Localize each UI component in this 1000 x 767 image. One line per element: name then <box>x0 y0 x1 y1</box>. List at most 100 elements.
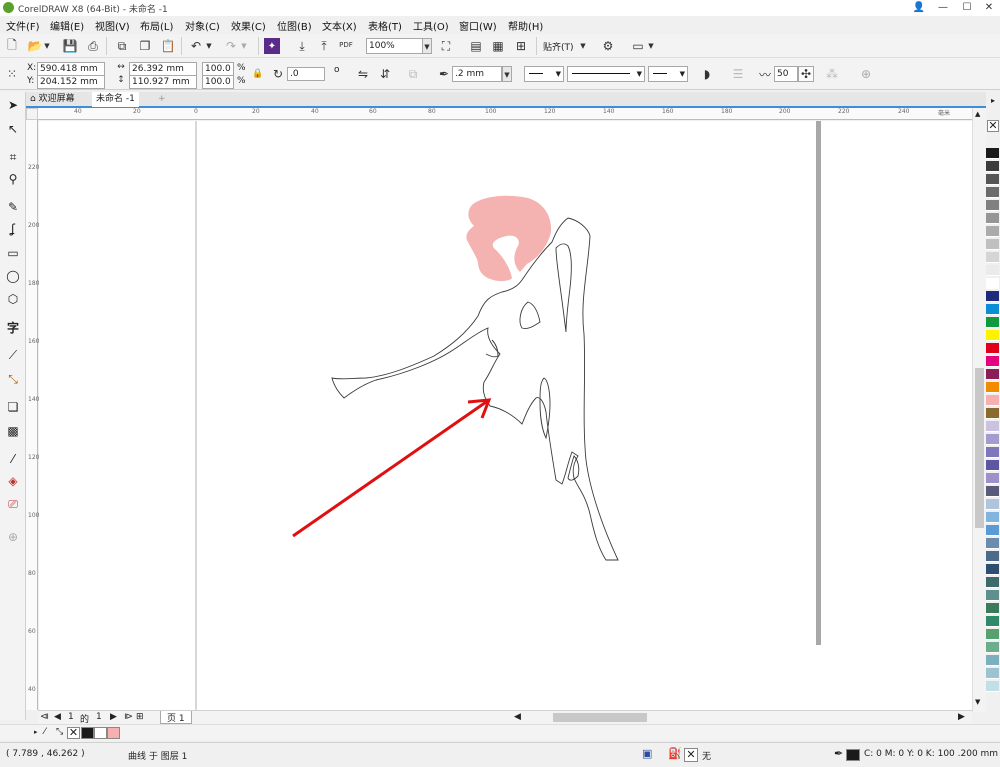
height-field[interactable]: 110.927 mm <box>129 75 197 89</box>
palette-swatch[interactable] <box>986 499 999 510</box>
drawing-canvas[interactable] <box>39 121 972 710</box>
color-eyedropper-tool-icon[interactable]: ⁄ <box>4 450 22 468</box>
palette-swatch[interactable] <box>986 629 999 640</box>
palette-swatch[interactable] <box>986 590 999 601</box>
pick-tool-icon[interactable]: ➤ <box>4 96 22 114</box>
paste-icon[interactable]: 📋 <box>160 38 176 54</box>
palette-swatch[interactable] <box>986 668 999 679</box>
rectangle-tool-icon[interactable]: ▭ <box>4 244 22 262</box>
palette-swatch[interactable] <box>986 473 999 484</box>
connector-tool-icon[interactable]: ⤡ <box>4 370 22 388</box>
palette-swatch[interactable] <box>986 564 999 575</box>
palette-swatch[interactable] <box>986 603 999 614</box>
doc-palette-swatch[interactable] <box>94 727 107 739</box>
show-grid-icon[interactable]: ▦ <box>490 38 506 54</box>
palette-swatch[interactable] <box>986 252 999 263</box>
palette-swatch[interactable] <box>986 278 999 289</box>
palette-swatch[interactable] <box>986 369 999 380</box>
minimize-button[interactable]: — <box>932 0 954 16</box>
figure-inner-notch[interactable] <box>485 339 499 358</box>
palette-swatch[interactable] <box>986 525 999 536</box>
extract-subpath-icon[interactable]: ⁂ <box>824 66 840 82</box>
no-color-swatch[interactable]: ✕ <box>987 120 999 132</box>
menu-window[interactable]: 窗口(W) <box>459 18 497 33</box>
palette-swatch[interactable] <box>986 174 999 185</box>
palette-swatch[interactable] <box>986 512 999 523</box>
menu-bitmaps[interactable]: 位图(B) <box>277 18 312 33</box>
copy-icon[interactable]: ❐ <box>137 38 153 54</box>
palette-swatch[interactable] <box>986 161 999 172</box>
snap-to-label[interactable]: 贴齐(T) <box>543 40 574 53</box>
close-curve-icon[interactable]: ◗ <box>699 66 715 82</box>
show-rulers-icon[interactable]: ▤ <box>468 38 484 54</box>
start-arrowhead-selector[interactable]: ▼ <box>524 66 564 82</box>
palette-swatch[interactable] <box>986 681 999 692</box>
user-icon[interactable]: 👤 <box>908 0 930 16</box>
menu-object[interactable]: 对象(C) <box>185 18 220 33</box>
show-guidelines-icon[interactable]: ⊞ <box>513 38 529 54</box>
hscroll-left-icon[interactable]: ◀ <box>514 712 521 722</box>
ruler-corner[interactable] <box>26 108 38 120</box>
polygon-tool-icon[interactable]: ⬡ <box>4 290 22 308</box>
freehand-tool-icon[interactable]: ✎ <box>4 198 22 216</box>
redo-icon[interactable]: ↷ <box>223 38 239 54</box>
vertical-ruler[interactable]: 220 200 180 160 140 120 100 80 60 40 <box>26 120 39 710</box>
full-screen-icon[interactable]: ⛶ <box>438 38 454 54</box>
transparency-tool-icon[interactable]: ▩ <box>4 422 22 440</box>
page-tab-1[interactable]: 页 1 <box>160 711 192 724</box>
palette-scroll-up-icon[interactable]: ▸ <box>986 96 1000 108</box>
save-icon[interactable]: 💾 <box>62 38 78 54</box>
horizontal-scroll-thumb[interactable] <box>553 713 647 722</box>
cut-icon[interactable]: ⧉ <box>114 38 130 54</box>
page-last-icon[interactable]: ⧐ <box>124 712 133 722</box>
palette-swatch[interactable] <box>986 226 999 237</box>
curve-smoothness-field[interactable]: 50 <box>774 66 798 82</box>
palette-swatch[interactable] <box>986 330 999 341</box>
y-position-field[interactable]: 204.152 mm <box>37 75 105 89</box>
add-page-icon[interactable]: ⊞ <box>136 712 144 722</box>
menu-help[interactable]: 帮助(H) <box>508 18 543 33</box>
menu-layout[interactable]: 布局(L) <box>140 18 173 33</box>
outline-width-dropdown-icon[interactable]: ▼ <box>502 66 512 82</box>
page-next-icon[interactable]: ▶ <box>110 712 117 722</box>
maximize-button[interactable]: ☐ <box>956 0 978 16</box>
figure-inner-slot-1[interactable] <box>555 243 572 333</box>
shape-tool-icon[interactable]: ↖ <box>4 120 22 138</box>
palette-swatch[interactable] <box>986 265 999 276</box>
text-tool-icon[interactable]: 字 <box>4 318 22 336</box>
lock-ratio-icon[interactable]: 🔒 <box>250 66 266 82</box>
menu-edit[interactable]: 编辑(E) <box>50 18 84 33</box>
smart-fill-tool-icon[interactable]: ⎚ <box>4 495 22 513</box>
quick-customize-icon[interactable]: ⊕ <box>858 66 874 82</box>
palette-swatch[interactable] <box>986 460 999 471</box>
palette-swatch[interactable] <box>986 239 999 250</box>
combine-icon[interactable]: ⧉ <box>405 66 421 82</box>
launcher-dropdown-icon[interactable]: ▼ <box>646 38 656 54</box>
scale-x-field[interactable]: 100.0 <box>202 62 234 76</box>
menu-text[interactable]: 文本(X) <box>322 18 357 33</box>
tab-untitled-document[interactable]: 未命名 -1 <box>92 92 139 107</box>
application-launcher-icon[interactable]: ▭ <box>630 38 646 54</box>
scale-y-field[interactable]: 100.0 <box>202 75 234 89</box>
palette-swatch[interactable] <box>986 447 999 458</box>
reduce-nodes-icon[interactable]: 〰 <box>757 66 773 82</box>
undo-dropdown-icon[interactable]: ▼ <box>204 38 214 54</box>
hair-silhouette-shape[interactable] <box>466 195 552 282</box>
palette-swatch[interactable] <box>986 655 999 666</box>
snap-dropdown-icon[interactable]: ▼ <box>578 38 588 54</box>
mirror-vertical-icon[interactable]: ⇵ <box>377 66 393 82</box>
outline-pen-status-icon[interactable]: ✒ <box>834 747 843 760</box>
horizontal-ruler[interactable]: 40 20 0 20 40 60 80 100 120 140 160 180 … <box>38 108 972 120</box>
doc-palette-swatch[interactable] <box>107 727 120 739</box>
menu-table[interactable]: 表格(T) <box>368 18 402 33</box>
menu-effects[interactable]: 效果(C) <box>231 18 266 33</box>
parallel-dimension-tool-icon[interactable]: ⟋ <box>4 346 22 364</box>
scroll-up-icon[interactable]: ▲ <box>975 110 980 118</box>
doc-palette-eyedropper-icon[interactable]: ⁄ <box>44 727 46 737</box>
rotation-angle-field[interactable]: .0 <box>287 67 325 81</box>
figure-outline-path[interactable] <box>331 217 619 561</box>
palette-swatch[interactable] <box>986 200 999 211</box>
menu-view[interactable]: 视图(V) <box>95 18 130 33</box>
palette-swatch[interactable] <box>986 642 999 653</box>
vertical-scrollbar[interactable]: ▲ ▼ <box>972 108 986 712</box>
